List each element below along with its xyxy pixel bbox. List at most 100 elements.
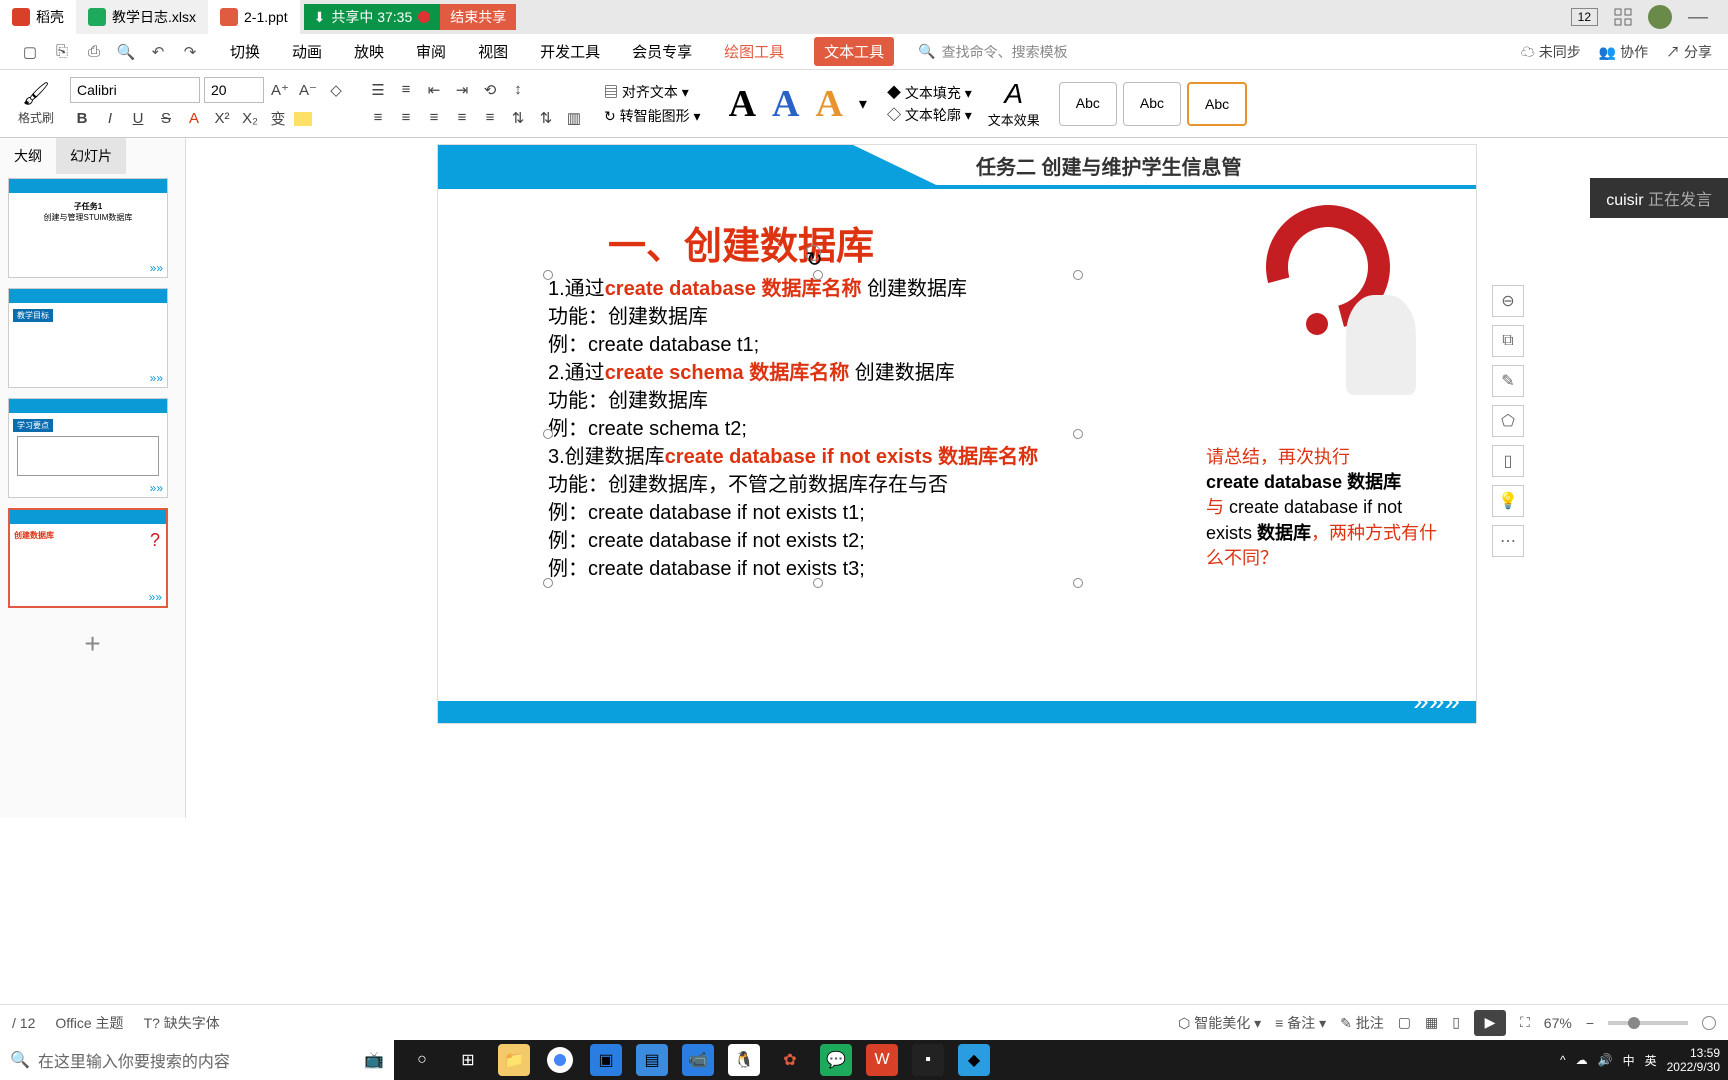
selection-handle[interactable]	[813, 270, 823, 280]
shape-style-2[interactable]: Abc	[1123, 82, 1181, 126]
bullet-list-icon[interactable]: ☰	[366, 78, 390, 102]
save-icon[interactable]: ▢	[16, 38, 44, 66]
main-textbox[interactable]: ↻ 1.通过create database 数据库名称 创建数据库 功能：创建数…	[548, 275, 1078, 583]
selection-handle[interactable]	[543, 429, 553, 439]
phonetic-icon[interactable]: 变	[266, 107, 290, 131]
apps-grid-icon[interactable]	[1614, 8, 1632, 26]
slide-thumb-1[interactable]: 子任务1 创建与管理STUIM数据库 »»	[8, 178, 168, 278]
theme-indicator[interactable]: Office 主题	[55, 1013, 123, 1033]
bold-icon[interactable]: B	[70, 107, 94, 131]
increase-indent-icon[interactable]: ⇥	[450, 78, 474, 102]
align-text-button[interactable]: ▤ 对齐文本 ▾	[604, 82, 701, 102]
command-search[interactable]: 🔍 查找命令、搜索模板	[918, 42, 1067, 62]
selection-handle[interactable]	[1073, 578, 1083, 588]
clear-format-icon[interactable]: ◇	[324, 78, 348, 102]
preview-icon[interactable]: 🔍	[112, 38, 140, 66]
zoom-value[interactable]: 67%	[1544, 1015, 1572, 1031]
sync-status[interactable]: ☁ 未同步	[1521, 42, 1581, 62]
task-flower-icon[interactable]: ✿	[774, 1044, 806, 1076]
task-wechat-icon[interactable]: 💬	[820, 1044, 852, 1076]
task-blue-icon[interactable]: ◆	[958, 1044, 990, 1076]
text-fill-button[interactable]: ◆ 文本填充 ▾	[887, 83, 972, 103]
menu-member[interactable]: 会员专享	[630, 37, 694, 66]
tray-up-icon[interactable]: ^	[1560, 1053, 1566, 1067]
missing-font-indicator[interactable]: T? 缺失字体	[144, 1013, 220, 1033]
task-qq-icon[interactable]: 🐧	[728, 1044, 760, 1076]
tab-docell[interactable]: 稻壳	[0, 0, 76, 34]
window-count-badge[interactable]: 12	[1571, 8, 1598, 26]
decrease-indent-icon[interactable]: ⇤	[422, 78, 446, 102]
menu-dev[interactable]: 开发工具	[538, 37, 602, 66]
distribute-icon[interactable]: ≡	[478, 106, 502, 130]
slide-thumb-2[interactable]: 教学目标 »»	[8, 288, 168, 388]
task-tencent-icon[interactable]: 📹	[682, 1044, 714, 1076]
superscript-icon[interactable]: X²	[210, 107, 234, 131]
new-icon[interactable]: ⎘	[48, 38, 76, 66]
notes-button[interactable]: ≡ 备注 ▾	[1275, 1013, 1326, 1033]
tray-volume-icon[interactable]: 🔊	[1598, 1053, 1613, 1067]
increase-font-icon[interactable]: A⁺	[268, 78, 292, 102]
tray-icon[interactable]: ☁	[1576, 1053, 1588, 1067]
number-list-icon[interactable]: ≡	[394, 78, 418, 102]
font-select[interactable]	[70, 77, 200, 103]
align-left-icon[interactable]: ≡	[366, 106, 390, 130]
windows-search[interactable]: 🔍 在这里输入你要搜索的内容 📺	[0, 1040, 394, 1080]
columns-icon[interactable]: ▥	[562, 106, 586, 130]
text-direction-icon[interactable]: ⟲	[478, 78, 502, 102]
fit-icon[interactable]: ⛶	[1520, 1014, 1530, 1031]
underline-icon[interactable]: U	[126, 107, 150, 131]
format-painter-icon[interactable]: 🖌	[22, 81, 50, 107]
menu-play[interactable]: 放映	[352, 37, 386, 66]
menu-animation[interactable]: 动画	[290, 37, 324, 66]
task-terminal-icon[interactable]: ▪	[912, 1044, 944, 1076]
zoom-slider[interactable]	[1608, 1021, 1688, 1025]
ime-lang2[interactable]: 英	[1645, 1052, 1657, 1069]
decrease-font-icon[interactable]: A⁻	[296, 78, 320, 102]
end-share-button[interactable]: 结束共享	[440, 4, 516, 30]
strike-icon[interactable]: S	[154, 107, 178, 131]
tab-slides[interactable]: 幻灯片	[56, 138, 126, 174]
shape-style-3[interactable]: Abc	[1187, 82, 1247, 126]
task-circle-icon[interactable]: ○	[406, 1044, 438, 1076]
selection-handle[interactable]	[813, 578, 823, 588]
rotate-handle-icon[interactable]: ↻	[805, 245, 821, 261]
task-explorer-icon[interactable]: 📁	[498, 1044, 530, 1076]
float-layout-icon[interactable]: ▯	[1492, 445, 1524, 477]
tab-xlsx[interactable]: 教学日志.xlsx	[76, 0, 208, 34]
menu-draw-tools[interactable]: 绘图工具	[722, 37, 786, 66]
sort-icon[interactable]: ↕	[506, 78, 530, 102]
zoom-out-icon[interactable]: −	[1586, 1015, 1594, 1031]
system-clock[interactable]: 13:59 2022/9/30	[1667, 1046, 1720, 1075]
font-color-icon[interactable]: A	[182, 107, 206, 131]
tab-ppt-active[interactable]: 2-1.ppt	[208, 0, 300, 34]
view-sorter-icon[interactable]: ▦	[1425, 1014, 1438, 1031]
text-style-a-blue[interactable]: A	[772, 82, 799, 126]
menu-view[interactable]: 视图	[476, 37, 510, 66]
float-collapse-icon[interactable]: ⊖	[1492, 285, 1524, 317]
text-style-a-orange[interactable]: A	[815, 82, 842, 126]
task-wps-icon[interactable]: W	[866, 1044, 898, 1076]
slide-canvas[interactable]: 任务二 创建与维护学生信息管 一、创建数据库 ↻ 1.通过create data…	[437, 144, 1477, 724]
smart-graphic-button[interactable]: ↻ 转智能图形 ▾	[604, 106, 701, 126]
italic-icon[interactable]: I	[98, 107, 122, 131]
float-pen-icon[interactable]: ✎	[1492, 365, 1524, 397]
float-idea-icon[interactable]: 💡	[1492, 485, 1524, 517]
undo-icon[interactable]: ↶	[144, 38, 172, 66]
add-slide-button[interactable]: +	[8, 618, 177, 670]
share-button[interactable]: ↗ 分享	[1666, 42, 1712, 62]
redo-icon[interactable]: ↷	[176, 38, 204, 66]
subscript-icon[interactable]: X₂	[238, 107, 262, 131]
task-view-icon[interactable]: ⊞	[452, 1044, 484, 1076]
task-app1-icon[interactable]: ▣	[590, 1044, 622, 1076]
align-justify-icon[interactable]: ≡	[450, 106, 474, 130]
font-size-select[interactable]	[204, 77, 264, 103]
print-icon[interactable]: ⎙	[80, 38, 108, 66]
slide-thumb-3[interactable]: 学习要点 »»	[8, 398, 168, 498]
float-more-icon[interactable]: ⋯	[1492, 525, 1524, 557]
selection-handle[interactable]	[543, 270, 553, 280]
zoom-in-icon[interactable]	[1702, 1016, 1716, 1030]
share-status[interactable]: ⬇ 共享中 37:35	[304, 4, 441, 30]
collab-button[interactable]: 👥 协作	[1599, 42, 1648, 62]
selection-handle[interactable]	[543, 578, 553, 588]
beautify-button[interactable]: ⬡ 智能美化 ▾	[1178, 1013, 1261, 1033]
